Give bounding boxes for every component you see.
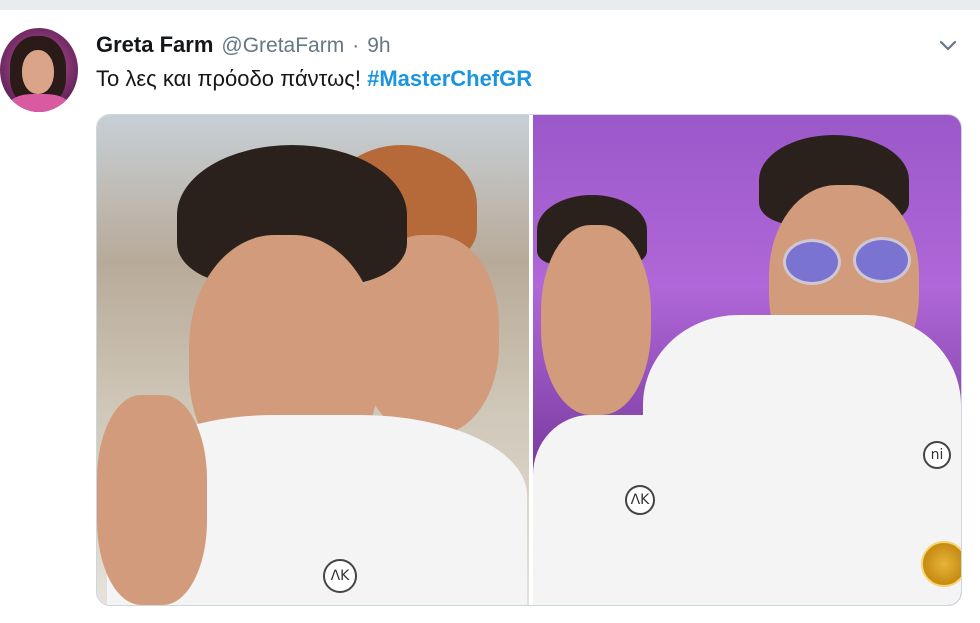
photo-right[interactable]: ΛΚ ni	[533, 115, 961, 605]
avatar-face	[22, 50, 54, 94]
tweet-media[interactable]: ΛΚ ΛΚ ni	[96, 114, 962, 606]
separator-dot: ·	[352, 34, 360, 57]
left-man-face	[541, 225, 651, 415]
avatar-shirt	[8, 94, 70, 112]
avatar[interactable]	[0, 28, 78, 112]
top-divider	[0, 0, 980, 10]
author-name[interactable]: Greta Farm	[96, 32, 213, 58]
tweet-card[interactable]: Greta Farm @GretaFarm · 9h Το λες και πρ…	[0, 0, 980, 623]
author-handle[interactable]: @GretaFarm	[221, 34, 344, 58]
chevron-down-icon[interactable]	[936, 34, 960, 58]
tweet-timestamp[interactable]: 9h	[367, 34, 390, 58]
sunglasses-left-lens	[783, 239, 841, 285]
right-chef-jacket	[643, 315, 961, 605]
arm	[97, 395, 207, 605]
hashtag-link[interactable]: #MasterChefGR	[367, 66, 532, 91]
jacket-logo-left: ΛΚ	[323, 559, 357, 593]
tweet-header: Greta Farm @GretaFarm · 9h	[96, 32, 391, 60]
jacket-logo-right: ΛΚ	[625, 485, 655, 515]
masterchef-logo	[921, 541, 961, 587]
photo-left[interactable]: ΛΚ	[97, 115, 529, 605]
jacket-logo-right-2: ni	[923, 441, 951, 469]
tweet-text: Το λες και πρόοδο πάντως! #MasterChefGR	[96, 66, 532, 92]
tweet-body: Το λες και πρόοδο πάντως!	[96, 66, 361, 91]
sunglasses-right-lens	[853, 237, 911, 283]
